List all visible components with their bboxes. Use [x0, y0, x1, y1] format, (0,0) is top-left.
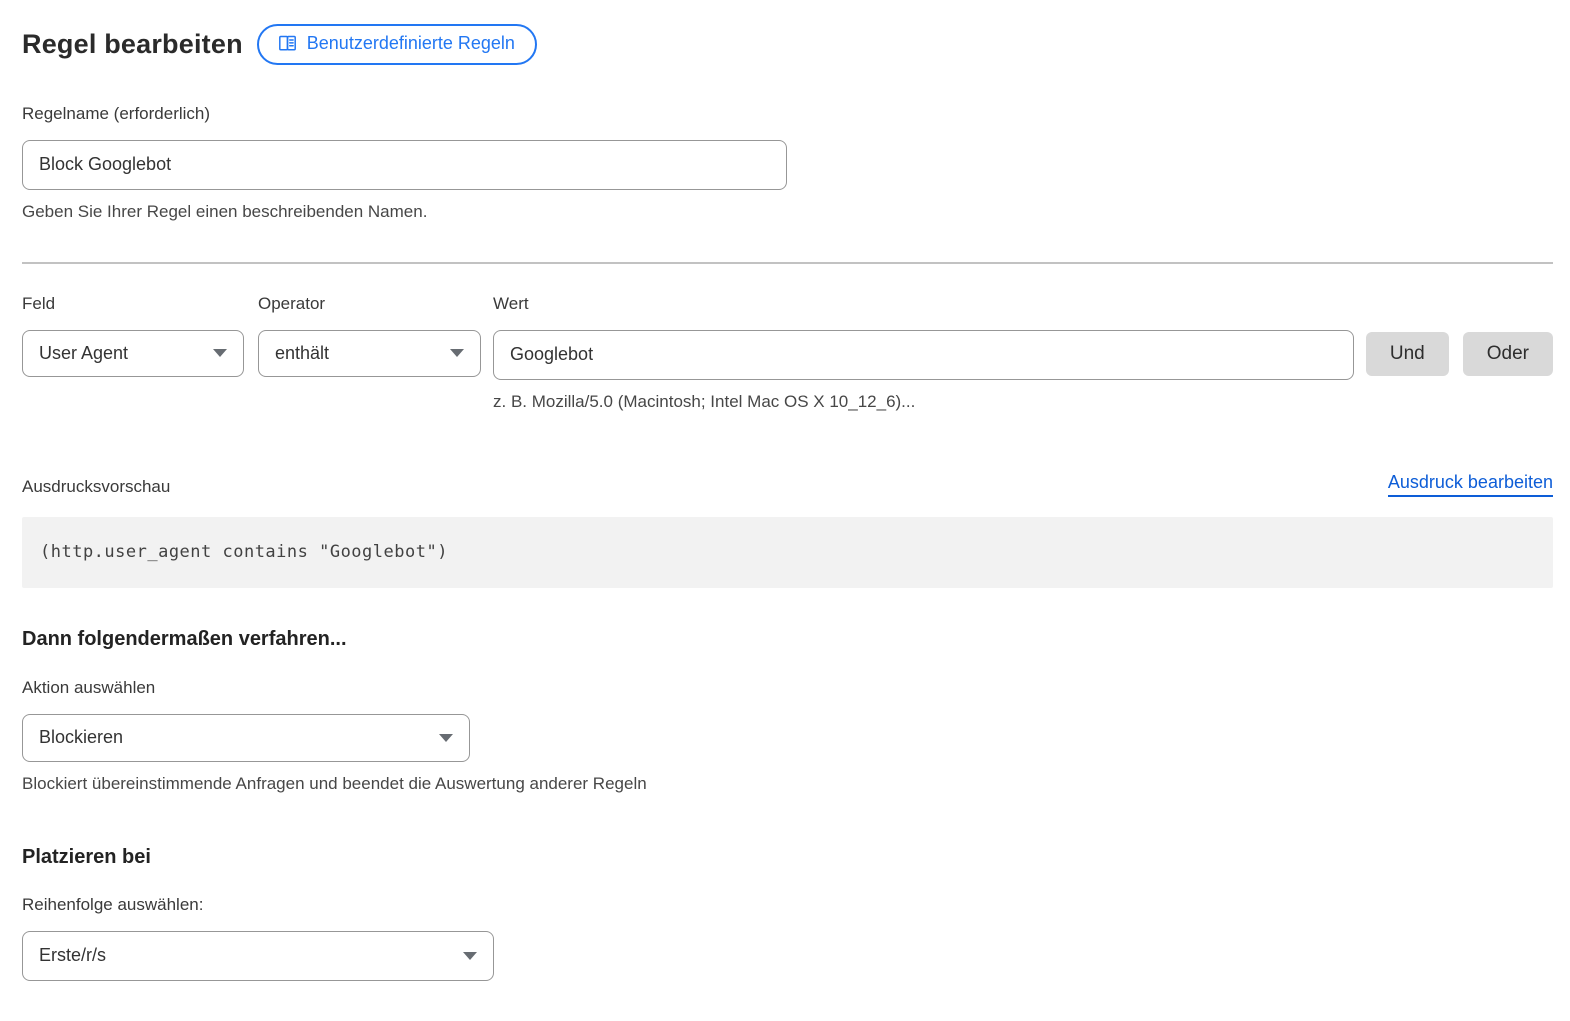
expression-code-box: (http.user_agent contains "Googlebot") [22, 517, 1553, 588]
field-select[interactable]: User Agent [22, 330, 244, 377]
operator-label: Operator [258, 291, 481, 317]
rule-name-input[interactable] [22, 140, 787, 190]
logic-buttons: Und Oder [1366, 291, 1553, 376]
operator-select[interactable]: enthält [258, 330, 481, 377]
action-select[interactable]: Blockieren [22, 714, 470, 762]
field-select-value: User Agent [39, 343, 128, 364]
action-heading: Dann folgendermaßen verfahren... [22, 628, 1553, 651]
value-input[interactable] [493, 330, 1354, 380]
page-header: Regel bearbeiten Benutzerdefinierte Rege… [22, 24, 1553, 65]
value-label: Wert [493, 291, 1354, 317]
operator-select-value: enthält [275, 343, 329, 364]
expression-code: (http.user_agent contains "Googlebot") [40, 542, 448, 562]
action-help: Blockiert übereinstimmende Anfragen und … [22, 771, 1553, 797]
custom-rules-docs-button[interactable]: Benutzerdefinierte Regeln [257, 24, 537, 65]
rule-name-label: Regelname (erforderlich) [22, 101, 1553, 127]
edit-rule-page: Regel bearbeiten Benutzerdefinierte Rege… [0, 0, 1570, 1021]
value-hint: z. B. Mozilla/5.0 (Macintosh; Intel Mac … [493, 389, 1354, 415]
expression-preview-label: Ausdrucksvorschau [22, 477, 170, 497]
rule-name-help: Geben Sie Ihrer Regel einen beschreibend… [22, 199, 1553, 225]
operator-column: Operator enthält [258, 291, 481, 377]
condition-row: Feld User Agent Operator enthält Wert z.… [22, 291, 1553, 415]
placement-heading: Platzieren bei [22, 846, 1553, 869]
field-column: Feld User Agent [22, 291, 244, 377]
action-label: Aktion auswählen [22, 675, 1553, 701]
expression-preview-header: Ausdrucksvorschau Ausdruck bearbeiten [22, 472, 1553, 497]
placement-label: Reihenfolge auswählen: [22, 892, 1553, 918]
chevron-down-icon [450, 349, 464, 357]
field-label: Feld [22, 291, 244, 317]
section-divider [22, 262, 1553, 264]
open-book-icon [277, 33, 298, 54]
and-button[interactable]: Und [1366, 332, 1449, 376]
edit-expression-link[interactable]: Ausdruck bearbeiten [1388, 472, 1553, 497]
or-button[interactable]: Oder [1463, 332, 1553, 376]
chevron-down-icon [439, 734, 453, 742]
page-title: Regel bearbeiten [22, 29, 243, 60]
custom-rules-docs-label: Benutzerdefinierte Regeln [307, 33, 515, 55]
chevron-down-icon [213, 349, 227, 357]
action-select-value: Blockieren [39, 727, 123, 748]
rule-name-section: Regelname (erforderlich) Geben Sie Ihrer… [22, 101, 1553, 225]
value-column: Wert z. B. Mozilla/5.0 (Macintosh; Intel… [493, 291, 1354, 415]
